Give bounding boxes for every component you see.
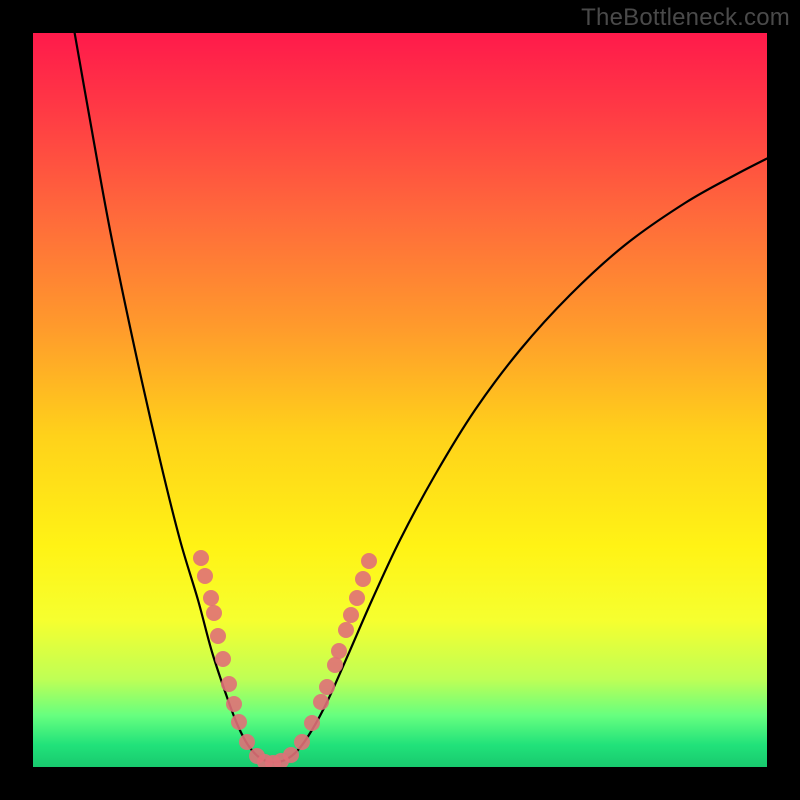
chart-frame: TheBottleneck.com xyxy=(0,0,800,800)
data-point xyxy=(197,568,213,584)
data-point xyxy=(361,553,377,569)
data-point xyxy=(338,622,354,638)
data-point xyxy=(349,590,365,606)
data-point xyxy=(304,715,320,731)
data-point xyxy=(215,651,231,667)
data-point xyxy=(331,643,347,659)
data-point xyxy=(210,628,226,644)
data-point xyxy=(327,657,343,673)
data-point xyxy=(343,607,359,623)
data-point xyxy=(221,676,237,692)
data-point xyxy=(355,571,371,587)
data-point xyxy=(319,679,335,695)
data-point xyxy=(294,734,310,750)
watermark-text: TheBottleneck.com xyxy=(581,4,790,32)
bottleneck-chart xyxy=(0,0,800,800)
data-point xyxy=(193,550,209,566)
data-point xyxy=(239,734,255,750)
data-point xyxy=(313,694,329,710)
gradient-background xyxy=(33,33,767,767)
data-point xyxy=(231,714,247,730)
data-point xyxy=(206,605,222,621)
data-point xyxy=(283,747,299,763)
data-point xyxy=(226,696,242,712)
data-point xyxy=(203,590,219,606)
